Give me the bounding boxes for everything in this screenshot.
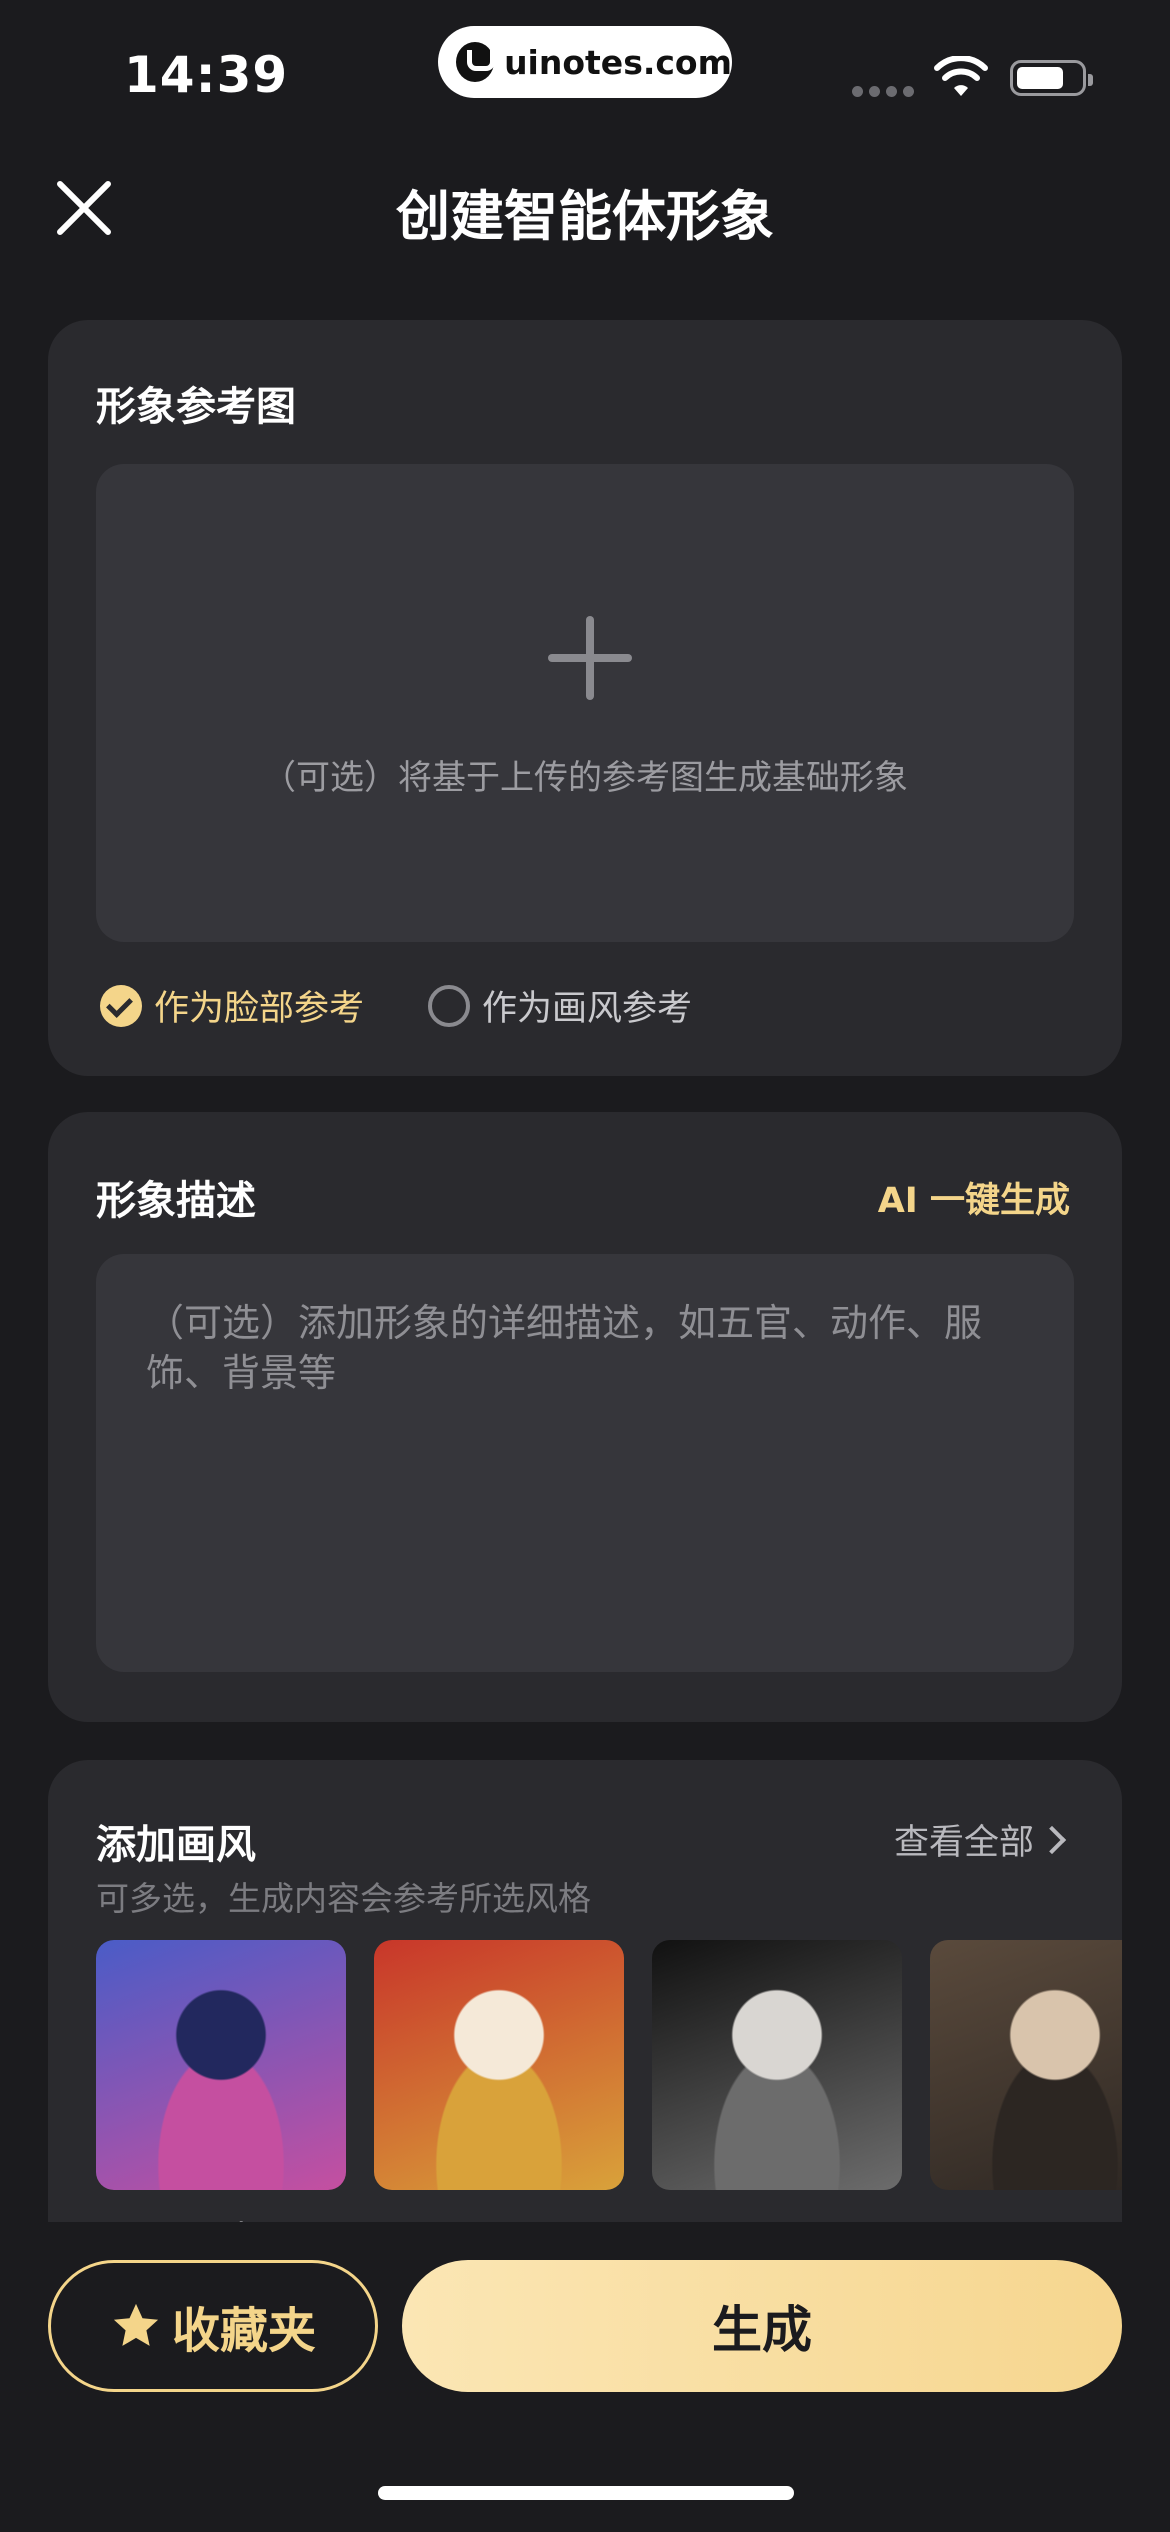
favorites-label: 收藏夹 [171, 2303, 316, 2359]
upload-hint: （可选）将基于上传的参考图生成基础形象 [262, 758, 908, 798]
page-title: 创建智能体形象 [396, 185, 774, 248]
view-all-button[interactable]: 查看全部 [893, 1814, 1067, 1865]
favorites-button[interactable]: 收藏夹 [48, 2260, 378, 2392]
style-title: 添加画风 [96, 1822, 256, 1868]
url-pill: uinotes.com [438, 26, 732, 98]
face-reference-option[interactable]: 作为脸部参考 [100, 980, 364, 1031]
battery-icon [1010, 60, 1093, 96]
description-title: 形象描述 [96, 1178, 256, 1224]
check-circle-icon [100, 984, 142, 1027]
uinotes-logo-icon [456, 42, 496, 82]
status-bar: 14:39 uinotes.com [0, 0, 1170, 140]
style-reference-option[interactable]: 作为画风参考 [428, 980, 692, 1031]
reference-image-card: 形象参考图 （可选）将基于上传的参考图生成基础形象 作为脸部参考 作为画风参考 [48, 320, 1122, 1076]
star-icon [113, 2303, 159, 2346]
style-thumbnail[interactable] [96, 1940, 346, 2190]
face-reference-label: 作为脸部参考 [154, 989, 365, 1029]
style-thumbnail[interactable] [930, 1940, 1122, 2190]
radio-empty-icon [428, 984, 470, 1027]
cellular-signal-icon [852, 86, 914, 97]
style-thumbnail[interactable] [652, 1940, 902, 2190]
url-text: uinotes.com [504, 42, 732, 82]
description-card: 形象描述 AI 一键生成 （可选）添加形象的详细描述，如五官、动作、服饰、背景等 [48, 1112, 1122, 1722]
home-indicator [378, 2486, 794, 2500]
upload-reference-area[interactable]: （可选）将基于上传的参考图生成基础形象 [96, 464, 1074, 942]
wifi-icon [934, 56, 988, 96]
reference-title: 形象参考图 [96, 384, 296, 430]
ai-generate-button[interactable]: AI 一键生成 [878, 1172, 1070, 1223]
chevron-right-icon [1037, 1825, 1067, 1854]
style-thumbnail[interactable] [374, 1940, 624, 2190]
status-time: 14:39 [124, 46, 289, 104]
description-input[interactable]: （可选）添加形象的详细描述，如五官、动作、服饰、背景等 [96, 1254, 1074, 1672]
plus-icon [548, 616, 632, 700]
view-all-label: 查看全部 [893, 1823, 1034, 1863]
style-reference-label: 作为画风参考 [482, 989, 693, 1029]
style-list: Cosplay东方黑白复古 [96, 1940, 1122, 2230]
generate-button[interactable]: 生成 [402, 2260, 1122, 2392]
style-subtitle: 可多选，生成内容会参考所选风格 [96, 1879, 591, 1918]
